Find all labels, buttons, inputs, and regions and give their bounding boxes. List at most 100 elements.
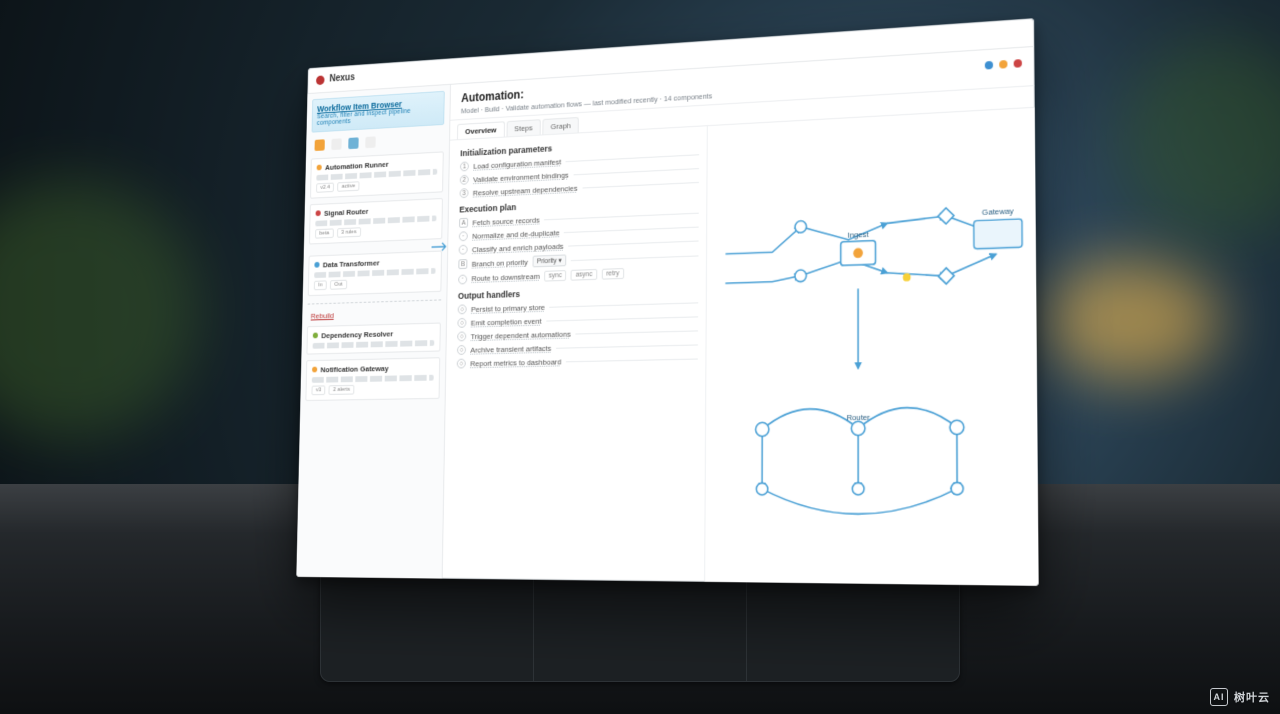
tag: v2.4 — [316, 183, 334, 193]
list-item[interactable]: ○ Trigger dependent automations — [457, 325, 697, 341]
status-dot-icon — [313, 333, 318, 339]
step-bullet-icon: · — [458, 274, 467, 284]
sidebar-card-title: Data Transformer — [323, 259, 380, 270]
main-panel: Automation: Model · Build · Validate aut… — [443, 47, 1039, 586]
placeholder-line — [312, 375, 434, 383]
list-item[interactable]: 3 Resolve upstream dependencies — [460, 177, 699, 198]
sidebar-card[interactable]: Data Transformer In Out — [308, 251, 442, 297]
step-bullet-icon: · — [459, 245, 468, 255]
close-icon[interactable] — [1014, 59, 1022, 68]
status-dot-icon — [317, 165, 322, 171]
sort-icon[interactable] — [331, 138, 341, 150]
sidebar-card-title: Dependency Resolver — [321, 330, 393, 340]
sidebar-card[interactable]: Notification Gateway v32 alerts — [305, 357, 440, 401]
list-item[interactable]: 1 Load configuration manifest — [460, 149, 699, 171]
step-label: Route to downstream — [471, 272, 539, 283]
sidebar-card[interactable]: Automation Runner v2.4active — [310, 151, 444, 198]
step-label: Load configuration manifest — [473, 157, 561, 170]
header-actions — [985, 59, 1022, 70]
step-label: Normalize and de-duplicate — [472, 228, 560, 240]
sidebar-action-link[interactable]: Rebuild — [307, 308, 441, 320]
sidebar-hero-title: Workflow Item Browser — [317, 97, 439, 114]
notifications-icon[interactable] — [999, 60, 1007, 69]
app-name: Nexus — [329, 72, 355, 84]
sidebar-card[interactable]: Dependency Resolver — [307, 323, 441, 355]
placeholder-line — [313, 340, 435, 349]
step-label: Report metrics to dashboard — [470, 357, 561, 368]
step-bullet-icon: 2 — [460, 175, 469, 185]
step-bullet-icon: ○ — [458, 304, 467, 314]
step-label: Resolve upstream dependencies — [473, 183, 578, 197]
step-label: Trigger dependent automations — [471, 329, 571, 340]
step-bullet-icon: 1 — [460, 161, 469, 171]
step-label: Emit completion event — [471, 316, 542, 327]
tab-steps[interactable]: Steps — [506, 119, 541, 136]
section-heading: Execution plan — [459, 194, 698, 215]
watermark-icon: AI — [1210, 688, 1228, 706]
step-bullet-icon: ○ — [457, 359, 466, 369]
step-bullet-icon: ○ — [457, 331, 466, 341]
tag: 2 alerts — [329, 385, 355, 395]
list-item[interactable]: · Route to downstream sync async retry — [458, 265, 698, 284]
step-bullet-icon: B — [458, 259, 467, 269]
step-label: Fetch source records — [472, 215, 539, 227]
section-heading: Initialization parameters — [460, 136, 699, 159]
list-item[interactable]: B Branch on priority Priority ▾ — [458, 249, 698, 270]
mode-chip[interactable]: retry — [602, 268, 624, 280]
step-label: Branch on priority — [472, 257, 528, 268]
filter-icon[interactable] — [314, 139, 324, 151]
list-item[interactable]: A Fetch source records — [459, 208, 698, 228]
step-bullet-icon: ○ — [457, 345, 466, 355]
watermark: AI 树叶云 — [1210, 688, 1270, 706]
placeholder-line — [314, 268, 435, 278]
sidebar-toolbar — [311, 131, 444, 154]
sidebar-connector — [309, 245, 442, 250]
chip[interactable]: Out — [330, 280, 347, 290]
tag: beta — [315, 228, 334, 238]
status-dot-icon — [314, 262, 319, 268]
placeholder-line — [315, 215, 436, 226]
tab-overview[interactable]: Overview — [457, 121, 505, 139]
step-bullet-icon: A — [459, 218, 468, 228]
step-bullet-icon: 3 — [460, 188, 469, 198]
step-list: Initialization parameters 1 Load configur… — [443, 126, 707, 582]
refresh-icon[interactable] — [348, 137, 358, 149]
workflow-diagram[interactable]: Gateway Ingest Router — [704, 108, 1039, 586]
sidebar-card-title: Automation Runner — [325, 160, 389, 172]
diagram-node-label: Ingest — [847, 230, 869, 240]
list-item[interactable]: ·Classify and enrich payloads — [459, 236, 698, 255]
priority-select[interactable]: Priority ▾ — [532, 254, 566, 267]
diagram-node-label: Gateway — [981, 206, 1013, 217]
status-indicator-icon[interactable] — [985, 61, 993, 70]
sidebar-hero-subtitle: Search, filter and inspect pipeline comp… — [317, 106, 440, 127]
step-bullet-icon: ○ — [457, 318, 466, 328]
mode-chip[interactable]: sync — [544, 270, 566, 282]
sidebar-hero[interactable]: Workflow Item Browser Search, filter and… — [312, 91, 445, 133]
sidebar-card-title: Signal Router — [324, 207, 368, 217]
step-label: Persist to primary store — [471, 303, 545, 314]
tag: 3 rules — [337, 227, 361, 237]
app-dot-icon — [316, 75, 325, 85]
status-dot-icon — [312, 367, 317, 373]
watermark-text: 树叶云 — [1234, 689, 1270, 705]
sidebar-card[interactable]: Signal Router beta3 rules — [309, 198, 443, 244]
page-title: Automation: — [461, 88, 524, 105]
list-item[interactable]: ○ Archive transient artifacts — [457, 339, 697, 354]
list-item[interactable]: ○ Report metrics to dashboard — [457, 354, 698, 369]
list-item[interactable]: 2 Validate environment bindings — [460, 163, 699, 185]
app-window: Nexus Workflow Item Browser Search, filt… — [296, 18, 1038, 586]
mode-chip[interactable]: async — [571, 269, 597, 281]
tag: active — [337, 181, 359, 191]
step-label: Validate environment bindings — [473, 170, 569, 183]
list-item[interactable]: · Normalize and de-duplicate — [459, 222, 698, 242]
more-icon[interactable] — [365, 136, 375, 148]
step-bullet-icon: · — [459, 231, 468, 241]
tab-graph[interactable]: Graph — [542, 117, 579, 135]
tag: v3 — [312, 385, 326, 395]
sidebar: Workflow Item Browser Search, filter and… — [296, 85, 451, 579]
chip[interactable]: In — [314, 280, 327, 290]
placeholder-line — [316, 169, 437, 181]
step-label: Archive transient artifacts — [470, 343, 551, 354]
diagram-node-label: Router — [846, 413, 870, 423]
sidebar-card-title: Notification Gateway — [320, 364, 388, 374]
